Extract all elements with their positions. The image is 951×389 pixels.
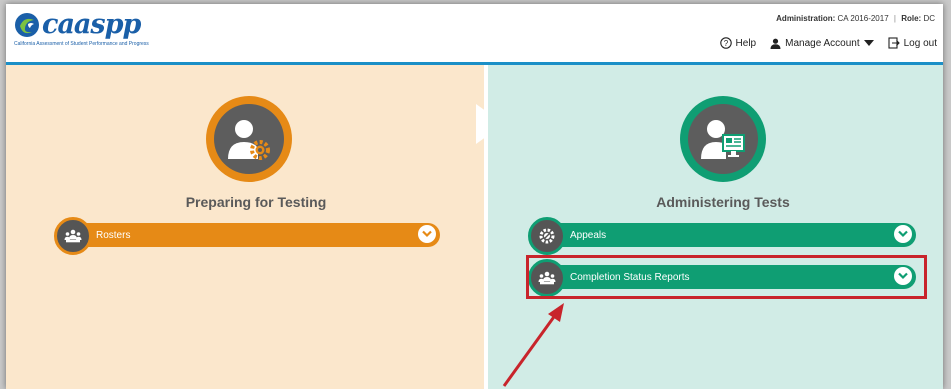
gear-badge-icon bbox=[539, 228, 555, 244]
ca-swirl-icon bbox=[15, 13, 39, 37]
administering-title: Administering Tests bbox=[656, 194, 790, 210]
logo-wordmark: caaspp bbox=[42, 9, 141, 40]
administering-icon[interactable] bbox=[680, 96, 766, 182]
rosters-badge bbox=[54, 217, 92, 255]
help-label: Help bbox=[735, 37, 757, 49]
expand-appeals-button[interactable] bbox=[894, 225, 912, 243]
user-monitor-icon bbox=[701, 120, 745, 159]
role-label: Role: bbox=[901, 14, 922, 23]
app-window: caaspp California Assessment of Student … bbox=[6, 4, 943, 389]
rosters-bar[interactable]: Rosters bbox=[54, 217, 440, 255]
preparing-icon[interactable] bbox=[206, 96, 292, 182]
highlight-box bbox=[526, 255, 927, 299]
svg-text:?: ? bbox=[723, 39, 728, 48]
administration-label: Administration: bbox=[776, 14, 836, 23]
appeals-label: Appeals bbox=[570, 229, 607, 241]
user-icon bbox=[770, 38, 781, 49]
role-value: DC bbox=[923, 14, 935, 23]
people-group-icon bbox=[64, 229, 82, 243]
logout-link[interactable]: Log out bbox=[888, 37, 937, 49]
logout-icon bbox=[888, 37, 900, 49]
administration-value: CA 2016-2017 bbox=[837, 14, 889, 23]
help-link[interactable]: ? Help bbox=[719, 37, 757, 49]
chevron-down-icon bbox=[898, 230, 908, 238]
top-header: caaspp California Assessment of Student … bbox=[6, 4, 943, 65]
appeals-badge bbox=[528, 217, 566, 255]
pointer-arrow-icon bbox=[502, 303, 564, 387]
manage-account-label: Manage Account bbox=[785, 37, 860, 49]
expand-rosters-button[interactable] bbox=[418, 225, 436, 243]
separator: | bbox=[893, 14, 896, 23]
logo-subtitle: California Assessment of Student Perform… bbox=[14, 41, 149, 47]
preparing-title: Preparing for Testing bbox=[185, 194, 327, 210]
header-nav: ? Help Manage Account Log out bbox=[706, 37, 937, 49]
manage-account-menu[interactable]: Manage Account bbox=[770, 38, 874, 49]
help-icon: ? bbox=[719, 37, 732, 49]
user-gear-icon bbox=[228, 120, 270, 160]
logo[interactable]: caaspp California Assessment of Student … bbox=[14, 9, 149, 48]
logout-label: Log out bbox=[903, 37, 937, 49]
appeals-bar[interactable]: Appeals bbox=[528, 217, 916, 255]
chevron-down-icon bbox=[422, 230, 432, 238]
administration-info: Administration: CA 2016-2017 | Role: DC bbox=[776, 14, 935, 23]
caret-down-icon bbox=[863, 40, 874, 46]
rosters-label: Rosters bbox=[96, 229, 131, 241]
